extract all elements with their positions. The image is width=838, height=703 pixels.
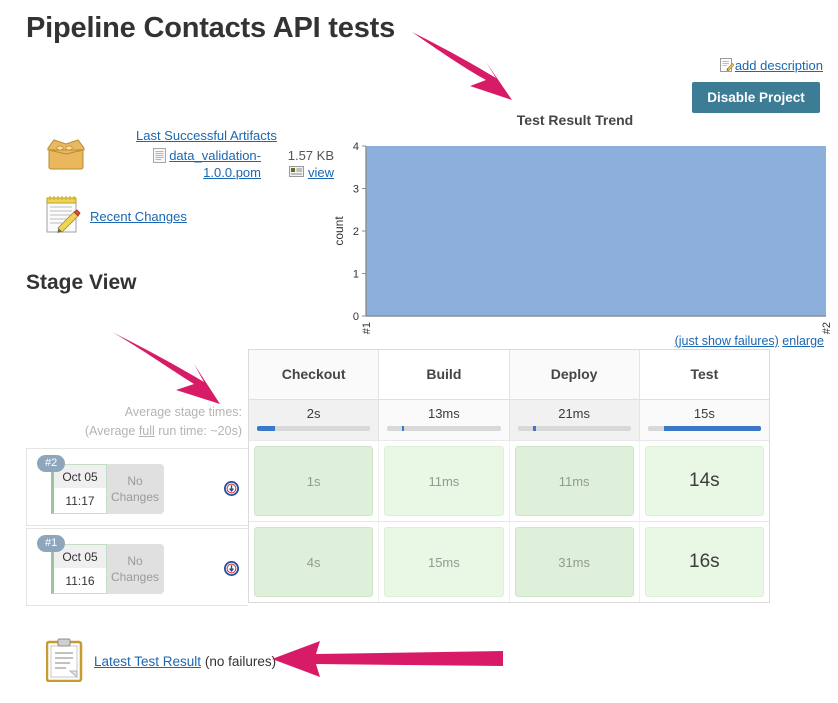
svg-text:2: 2 (353, 226, 359, 238)
stage-cell[interactable]: 11ms (379, 441, 510, 521)
artifact-file-size: 1.57 KB (287, 148, 334, 163)
stage-average-test: 15s (639, 400, 769, 440)
build-row: #2 Oct 05 11:17 No Changes (26, 448, 248, 526)
stage-row-build-2: 1s 11ms 11ms 14s (249, 440, 769, 521)
average-stage-times-label: Average stage times: (Average full run t… (20, 403, 242, 441)
add-description-label[interactable]: add description (735, 58, 823, 73)
stage-average-value: 2s (306, 406, 321, 421)
stage-cell[interactable]: 14s (640, 441, 769, 521)
stage-row-build-1: 4s 15ms 31ms 16s (249, 521, 769, 602)
arrow-to-latest-test-result-annotation (272, 641, 503, 677)
build-timestamp[interactable]: Oct 05 11:16 (51, 544, 107, 594)
stage-cell[interactable]: 16s (640, 522, 769, 602)
stage-header-test: Test (690, 366, 719, 382)
build-number-badge[interactable]: #1 (37, 535, 66, 552)
console-output-icon[interactable] (224, 481, 239, 496)
chart-canvas[interactable]: 0 1 2 3 4 count #1 #2 (330, 128, 833, 343)
artifacts-panel: Last Successful Artifacts data_validatio… (44, 128, 334, 238)
build-changes[interactable]: No Changes (106, 464, 164, 514)
stage-cell-duration: 4s (254, 527, 374, 597)
stage-duration-bar-fill (257, 426, 276, 431)
console-output-icon[interactable] (224, 561, 239, 576)
notepad-pencil-icon (44, 195, 90, 238)
builds-column: #2 Oct 05 11:17 No Changes #1 Oct 05 11:16 No C… (26, 448, 248, 606)
stage-cell-duration: 14s (644, 446, 764, 516)
stage-average-checkout: 2s (249, 400, 380, 440)
stage-cell-duration: 16s (644, 527, 764, 597)
stage-header-row: Checkout Build Deploy Test (249, 350, 769, 399)
stage-cell-duration: 11ms (514, 446, 634, 516)
stage-cell[interactable]: 1s (249, 441, 380, 521)
open-box-icon (44, 128, 90, 175)
note-pencil-icon (719, 58, 735, 72)
stage-view-heading: Stage View (26, 271, 137, 294)
stage-cell[interactable]: 4s (249, 522, 380, 602)
stage-average-build: 13ms (379, 400, 510, 440)
stage-header-deploy: Deploy (509, 350, 640, 399)
last-successful-artifacts-link[interactable]: Last Successful Artifacts (136, 128, 277, 143)
stage-view-table: Checkout Build Deploy Test 2s 13ms 21ms 15s 1s… (248, 349, 770, 603)
badge-icon (289, 164, 305, 177)
latest-test-result-row: Latest Test Result (no failures) (45, 638, 277, 685)
build-number-badge[interactable]: #2 (37, 455, 66, 472)
stage-duration-bar (257, 426, 371, 431)
svg-text:count: count (332, 216, 346, 246)
svg-text:1: 1 (353, 269, 359, 281)
clipboard-icon (45, 638, 94, 685)
disable-project-button[interactable]: Disable Project (692, 82, 820, 113)
build-info: Oct 05 11:17 No Changes (51, 464, 164, 514)
chart-title: Test Result Trend (516, 112, 634, 128)
svg-text:#2: #2 (821, 322, 830, 334)
recent-changes-link[interactable]: Recent Changes (90, 209, 187, 224)
arrow-to-average-stage-times-annotation (112, 332, 220, 404)
stage-cell[interactable]: 15ms (379, 522, 510, 602)
stage-cell-duration: 31ms (514, 527, 634, 597)
test-result-trend-chart: Test Result Trend 0 1 2 3 4 count #1 #2 (just s… (330, 112, 833, 352)
build-info: Oct 05 11:16 No Changes (51, 544, 164, 594)
stage-duration-bar-fill (533, 426, 536, 431)
add-description-link[interactable]: add description (719, 58, 823, 73)
stage-average-value: 13ms (427, 406, 460, 421)
build-row: #1 Oct 05 11:16 No Changes (26, 528, 248, 606)
stage-average-deploy: 21ms (509, 400, 640, 440)
stage-cell[interactable]: 31ms (510, 522, 640, 602)
stage-duration-bar (387, 426, 501, 431)
build-time: 11:16 (54, 568, 106, 593)
average-full-run-time-text: (Average full run time: ~20s) (84, 424, 242, 438)
stage-duration-bar (517, 426, 631, 431)
stage-duration-bar-fill (663, 426, 761, 431)
stage-header-build: Build (379, 350, 510, 399)
average-stage-times-text: Average stage times: (124, 405, 242, 419)
stage-header-checkout: Checkout (249, 350, 380, 399)
latest-test-result-status: (no failures) (204, 654, 277, 669)
stage-duration-bar (647, 426, 761, 431)
stage-average-value: 21ms (558, 406, 591, 421)
stage-average-value: 15s (693, 406, 715, 421)
stage-cell-duration: 1s (254, 446, 374, 516)
svg-text:0: 0 (353, 311, 359, 323)
stage-body: 1s 11ms 11ms 14s 4s 15ms 31ms 16s (249, 440, 769, 602)
stage-duration-bar-fill (401, 426, 405, 431)
svg-text:4: 4 (353, 141, 359, 153)
artifact-file-link[interactable]: data_validation-1.0.0.pom (169, 148, 261, 180)
stage-cell-duration: 15ms (384, 527, 504, 597)
svg-text:#1: #1 (361, 322, 373, 334)
build-timestamp[interactable]: Oct 05 11:17 (51, 464, 107, 514)
arrow-to-chart-title-annotation (412, 32, 512, 100)
just-show-failures-link[interactable]: (just show failures) (675, 334, 779, 348)
stage-cell-duration: 11ms (384, 446, 504, 516)
enlarge-link[interactable]: enlarge (782, 334, 824, 348)
stage-cell[interactable]: 11ms (510, 441, 640, 521)
page-title: Pipeline Contacts API tests (26, 12, 396, 44)
latest-test-result-link[interactable]: Latest Test Result (94, 654, 201, 669)
svg-text:3: 3 (353, 184, 359, 196)
stage-average-row: 2s 13ms 21ms 15s (249, 399, 769, 440)
build-changes[interactable]: No Changes (106, 544, 164, 594)
build-time: 11:17 (54, 488, 106, 513)
document-icon (153, 148, 167, 163)
